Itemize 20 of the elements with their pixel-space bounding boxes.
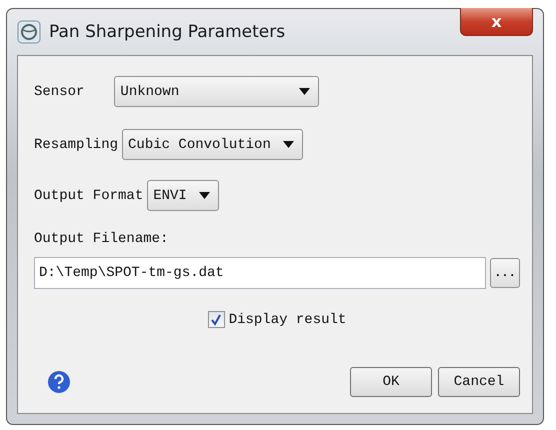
close-button[interactable]: x [460,8,533,36]
caret-icon [299,88,310,95]
window-title: Pan Sharpening Parameters [49,22,286,42]
dropdown[interactable]: Cubic Convolution [122,129,303,160]
dropdown[interactable]: ENVI [147,180,219,211]
caret-icon [282,141,294,148]
caret-icon [198,192,210,199]
filename-field[interactable]: D:\Temp\SPOT-tm-gs.dat [34,257,486,289]
field-label: Resampling [34,136,118,152]
field-label: Output Filename: [34,231,168,247]
checkbox[interactable] [208,311,225,328]
checkbox-label: Display result [228,312,346,328]
app-icon [17,20,41,44]
field-label: Output Format [34,188,144,204]
dropdown[interactable]: Unknown [114,76,320,107]
help-icon[interactable] [47,370,71,394]
dialog-button[interactable]: OK [350,367,432,397]
dialog-button[interactable]: Cancel [438,367,520,397]
browse-button[interactable]: ... [490,258,520,288]
field-label: Sensor [34,84,84,100]
